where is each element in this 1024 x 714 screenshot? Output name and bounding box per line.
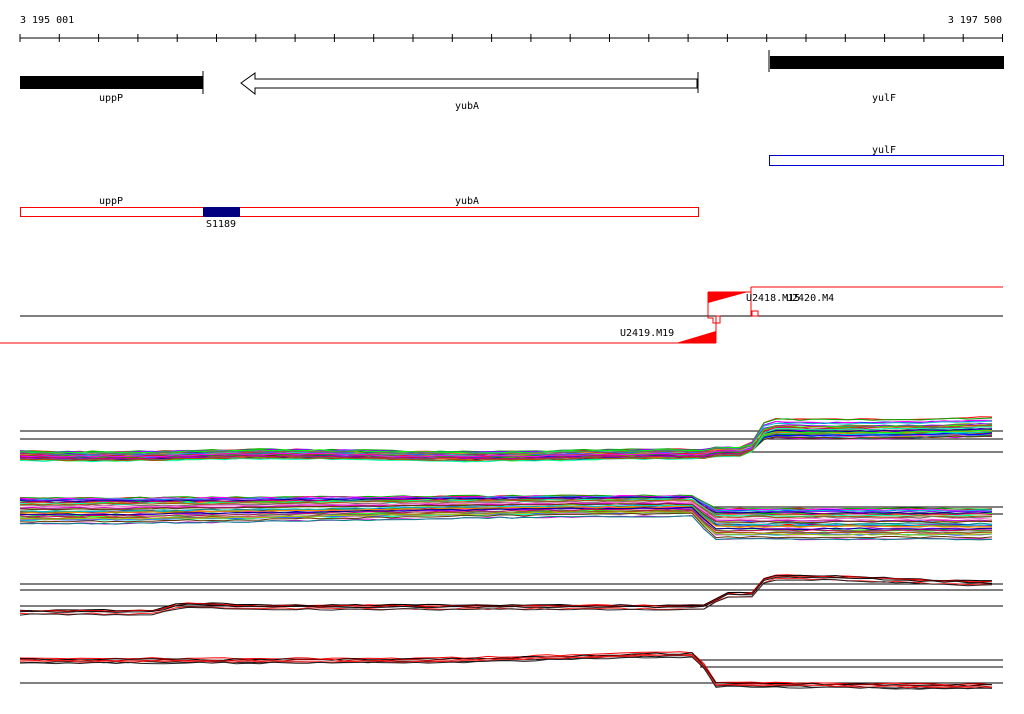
annotation-segment-label: S1189 xyxy=(206,219,236,230)
annotation-track: yulF uppP yubA S1189 xyxy=(20,145,1004,230)
annotation-segment-S1189[interactable] xyxy=(203,207,240,217)
gene-yulF-label: yulF xyxy=(872,93,896,104)
annotation-yubA-label: yubA xyxy=(455,196,479,207)
gene-yubA-arrow[interactable] xyxy=(240,72,698,96)
panel3-traces xyxy=(19,574,993,616)
gene-track: uppP yubA yulF xyxy=(20,50,1004,112)
coordinate-ruler: 3 195 001 3 197 500 xyxy=(19,15,1003,42)
gene-yubA-label: yubA xyxy=(455,101,479,112)
gene-uppP-label: uppP xyxy=(99,93,123,104)
tu-U2419-marker xyxy=(676,331,716,343)
annotation-yulF-label: yulF xyxy=(872,145,896,156)
ruler-start-label: 3 195 001 xyxy=(20,15,74,26)
genome-browser-view: 3 195 001 3 197 500 uppP yubA yulF yulF … xyxy=(0,15,1004,690)
expression-panel-2 xyxy=(19,494,1003,541)
tu-U2420-small-box xyxy=(751,310,759,317)
tu-U2419-label: U2419.M19 xyxy=(620,328,674,339)
expression-panel-4 xyxy=(19,651,1003,690)
expression-panel-3 xyxy=(19,574,1003,616)
panel4-traces xyxy=(19,651,993,690)
tu-U2420-label: U2420.M4 xyxy=(786,293,834,304)
panel4-trace xyxy=(19,652,993,687)
transcription-unit-track: U2418.M15 U2420.M4 U2419.M19 xyxy=(0,286,1003,344)
annotation-yulF-box[interactable] xyxy=(769,155,1004,166)
annotation-uppP-label: uppP xyxy=(99,196,123,207)
expression-panel-1 xyxy=(19,416,1003,463)
panel3-trace xyxy=(19,578,993,616)
panel4-trace xyxy=(19,651,993,686)
gene-uppP[interactable] xyxy=(20,76,203,89)
panel2-traces xyxy=(19,494,993,541)
tu-U2418-marker xyxy=(708,292,748,303)
gene-yulF[interactable] xyxy=(770,56,1004,69)
ruler-end-label: 3 197 500 xyxy=(948,15,1002,26)
annotation-operon-box[interactable] xyxy=(20,207,699,217)
